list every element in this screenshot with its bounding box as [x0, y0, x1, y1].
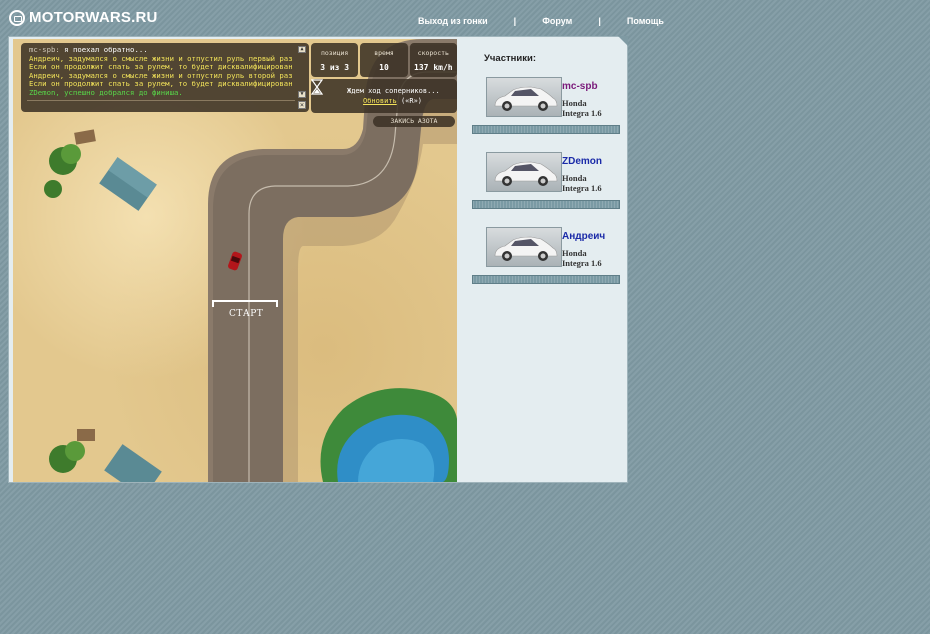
chat-message: Андреич, задумался о смысле жизни и отпу… [29, 54, 293, 63]
chat-message: Если он продолжит спать за рулем, то буд… [29, 63, 293, 72]
waiting-text: Ждем ход соперников... [347, 87, 440, 95]
top-nav: Выход из гонки | Форум | Помощь [418, 16, 664, 26]
game-panel: mc-spb: я поехал обратно... Андреич, зад… [8, 36, 628, 483]
participant-name[interactable]: mc-spb [562, 81, 598, 92]
car-image [486, 227, 562, 267]
participants-title: Участники: [484, 53, 536, 64]
position-stat: позиция 3 из 3 [311, 43, 359, 77]
participant-progress-bar [472, 125, 620, 134]
participant-name[interactable]: ZDemon [562, 156, 602, 167]
car-icon [494, 86, 558, 111]
car-model: Integra 1.6 [562, 108, 602, 118]
close-icon[interactable]: × [298, 101, 306, 109]
car-icon [494, 161, 558, 186]
chat-message: ZDemon, успешно добрался до финиша. [29, 88, 183, 97]
hourglass-icon [311, 79, 323, 95]
chat-divider [27, 100, 295, 101]
participant-car: Honda Integra 1.6 [562, 248, 602, 268]
scroll-up-icon[interactable]: ▲ [298, 46, 306, 53]
nav-separator: | [598, 16, 601, 26]
chat-message: Андреич, задумался о смысле жизни и отпу… [29, 71, 293, 80]
speed-label: скорость [417, 49, 449, 57]
race-stats: позиция 3 из 3 время 10 скорость 137 km/… [311, 43, 457, 77]
logo-icon [9, 9, 25, 26]
chat-message: mc-spb: я поехал обратно... [29, 46, 293, 55]
refresh-link[interactable]: Обновить [363, 97, 397, 105]
position-label: позиция [320, 49, 349, 57]
car-make: Honda [562, 173, 587, 183]
participant-progress-bar [472, 200, 620, 209]
chat-text: я поехал обратно... [59, 46, 148, 54]
refresh-row: Обновить («R») [363, 97, 422, 105]
car-model: Integra 1.6 [562, 258, 602, 268]
time-stat: время 10 [360, 43, 408, 77]
chat-author: mc-spb: [29, 46, 60, 54]
forum-link[interactable]: Форум [542, 16, 572, 26]
nav-separator: | [513, 16, 517, 26]
car-make: Honda [562, 98, 587, 108]
nitro-button[interactable]: ЗАКИСЬ АЗОТА [373, 116, 455, 127]
exit-race-link[interactable]: Выход из гонки [418, 16, 488, 26]
speed-stat: скорость 137 km/h [409, 43, 457, 77]
position-value: 3 из 3 [320, 63, 350, 72]
logo-text: MOTORWARS.RU [29, 9, 158, 26]
site-logo[interactable]: MOTORWARS.RU [9, 9, 158, 26]
speed-value: 137 km/h [414, 63, 453, 72]
race-track[interactable]: mc-spb: я поехал обратно... Андреич, зад… [13, 39, 457, 482]
participants-panel: Участники: mc-spb Honda Integra 1.6 ZDem… [472, 39, 622, 284]
chat-message: Если он продолжит спать за рулем, то буд… [29, 80, 293, 89]
waiting-status: Ждем ход соперников... Обновить («R») [311, 79, 457, 113]
scroll-down-icon[interactable]: ▼ [298, 91, 306, 98]
chat-log: mc-spb: я поехал обратно... Андреич, зад… [21, 43, 309, 112]
car-model: Integra 1.6 [562, 183, 602, 193]
participant-name[interactable]: Андреич [562, 231, 605, 242]
car-icon [494, 236, 558, 261]
time-label: время [374, 49, 394, 57]
car-image [486, 152, 562, 192]
car-image [486, 77, 562, 117]
participant-car: Honda Integra 1.6 [562, 98, 602, 118]
chat-scrollbar[interactable]: ▲ ▼ [298, 46, 306, 98]
refresh-hint: («R») [400, 97, 423, 105]
car-make: Honda [562, 248, 587, 258]
participant-car: Honda Integra 1.6 [562, 173, 602, 193]
time-value: 10 [379, 63, 389, 72]
start-label: СТАРТ [229, 309, 264, 319]
help-link[interactable]: Помощь [627, 16, 664, 26]
participant-progress-bar [472, 275, 620, 284]
